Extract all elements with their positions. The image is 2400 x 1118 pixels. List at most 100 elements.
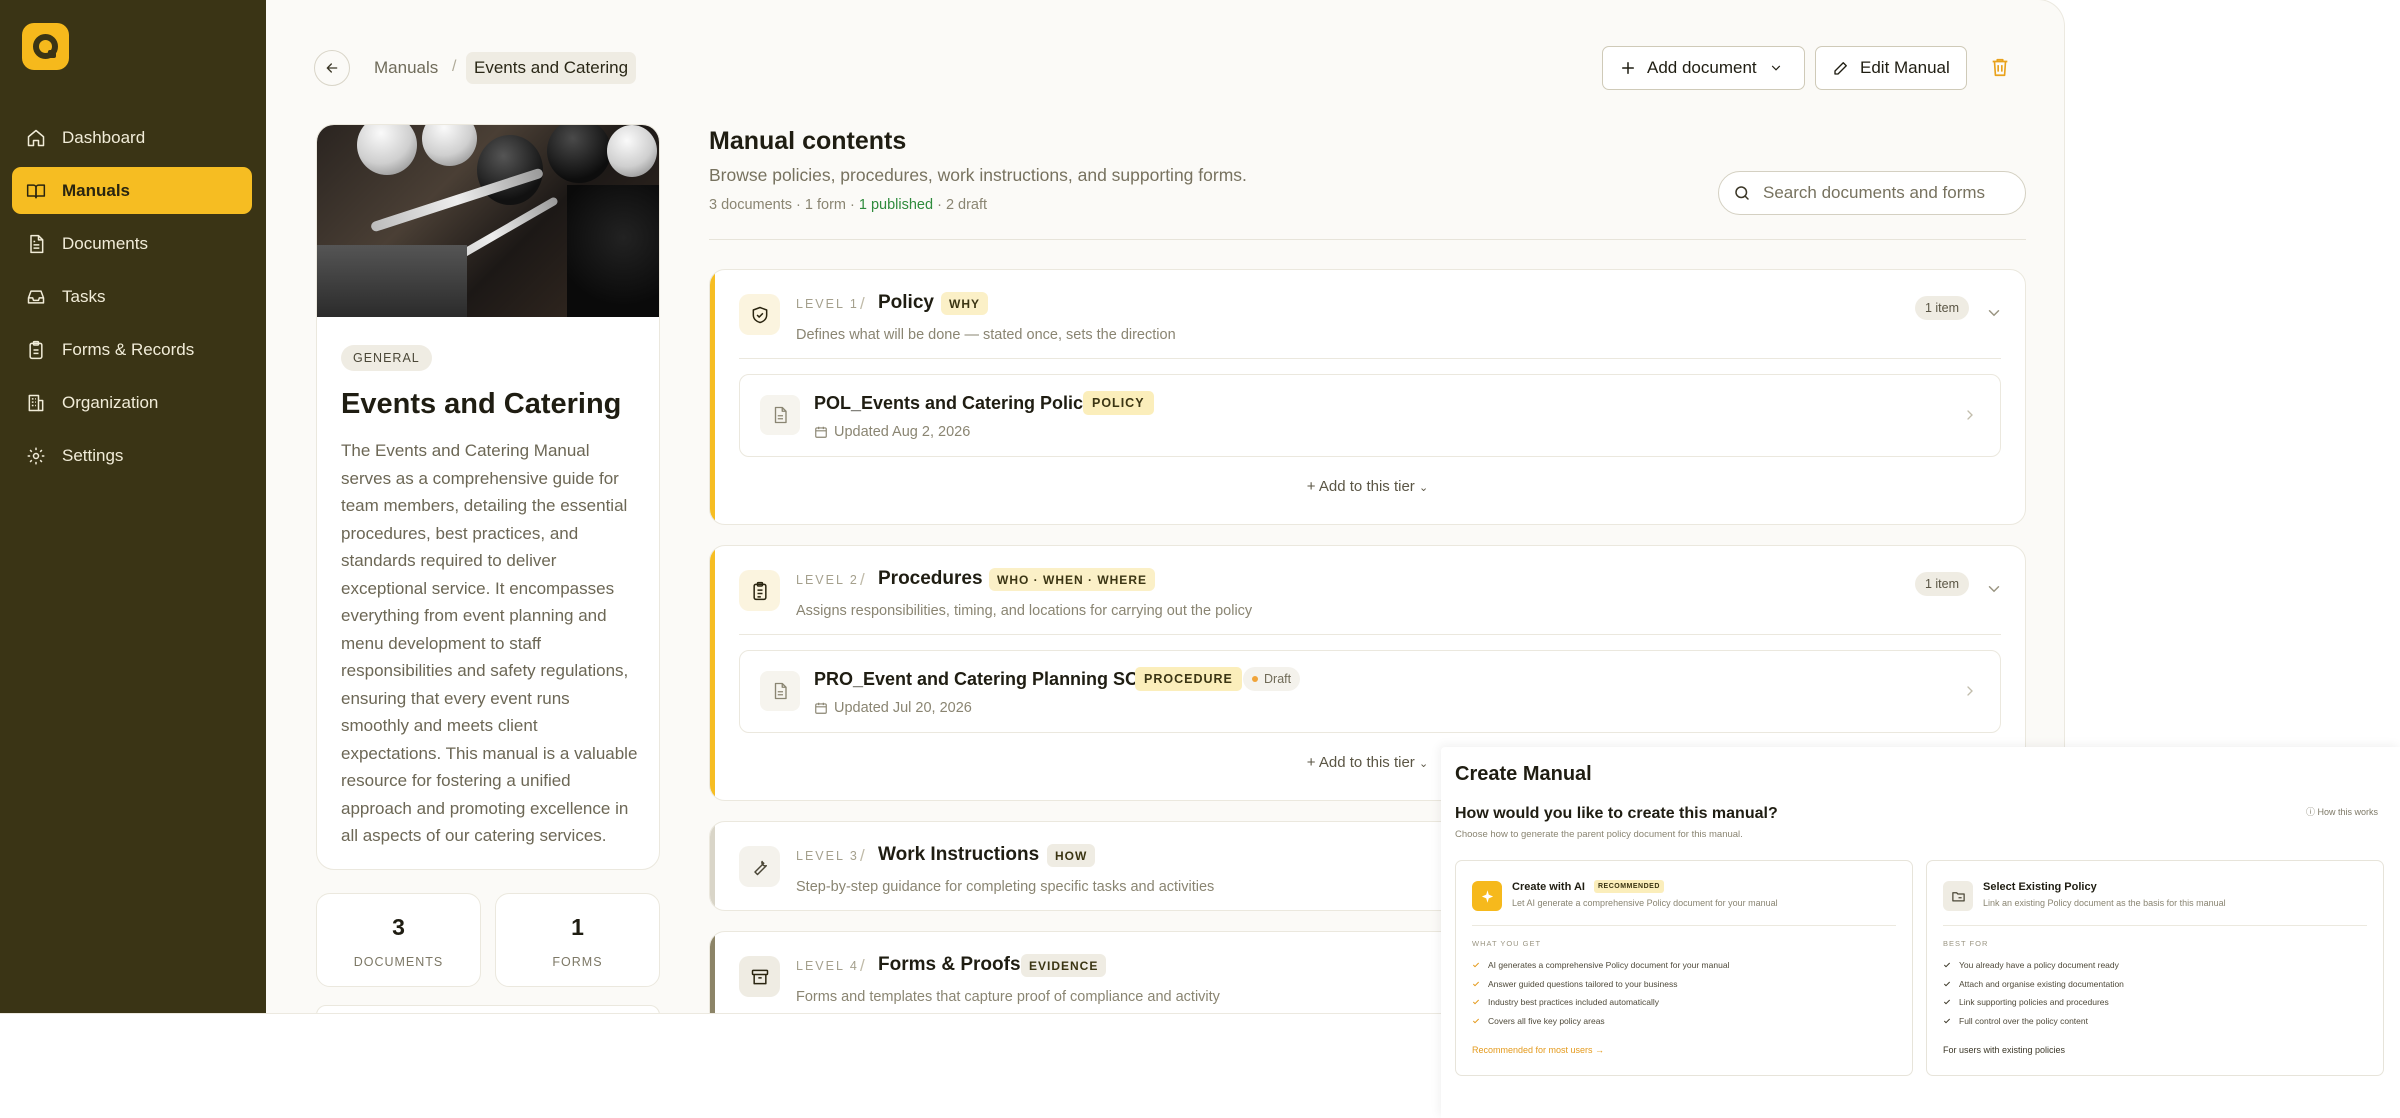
- search-icon: [1735, 186, 1749, 200]
- folder-link-icon: [1943, 881, 1973, 911]
- sidebar-item-label: Organization: [62, 392, 159, 412]
- calendar-icon: [815, 426, 827, 438]
- document-title[interactable]: PRO_Event and Catering Planning SOP: [814, 669, 1151, 690]
- stat-value: 3: [392, 914, 405, 940]
- sidebar-item-dashboard[interactable]: Dashboard: [12, 114, 252, 161]
- inbox-icon: [27, 289, 45, 304]
- tier-name: Work Instructions: [878, 844, 1040, 865]
- sidebar: Dashboard Manuals Documents Tasks Forms …: [0, 0, 266, 1013]
- document-row[interactable]: POL_Events and Catering Policy POLICY Up…: [739, 374, 2001, 457]
- add-to-tier-label: Add to this tier: [1318, 754, 1415, 771]
- document-title[interactable]: POL_Events and Catering Policy: [814, 393, 1093, 414]
- sidebar-item-label: Dashboard: [62, 127, 146, 147]
- list-item: Attach and organise existing documentati…: [1943, 975, 2124, 994]
- tier-divider: [739, 358, 2001, 359]
- tier-level: LEVEL 4: [796, 959, 859, 973]
- create-with-ai-option[interactable]: Create with AI RECOMMENDED Let AI genera…: [1455, 860, 1913, 1076]
- document-row[interactable]: PRO_Event and Catering Planning SOP PROC…: [739, 650, 2001, 733]
- sidebar-item-organization[interactable]: Organization: [12, 379, 252, 426]
- stat-label: FORMS: [552, 955, 603, 969]
- option-feature-list: You already have a policy document ready…: [1943, 956, 2124, 1030]
- status-dot: [1252, 676, 1258, 682]
- sidebar-item-label: Forms & Records: [62, 339, 195, 359]
- tier-level: LEVEL 3: [796, 849, 859, 863]
- stat-card-partial: [316, 1005, 660, 1013]
- gear-icon: [27, 447, 45, 464]
- feature-text: Industry best practices included automat…: [1488, 997, 1660, 1008]
- add-document-button[interactable]: Add document: [1602, 46, 1805, 90]
- check-icon: [1943, 999, 1951, 1005]
- edit-manual-button[interactable]: Edit Manual: [1815, 46, 1967, 90]
- stat-documents: 3 DOCUMENTS: [316, 893, 481, 987]
- sidebar-item-forms-records[interactable]: Forms & Records: [12, 326, 252, 373]
- sidebar-item-tasks[interactable]: Tasks: [12, 273, 252, 320]
- tier-slash: /: [860, 956, 865, 975]
- app-logo[interactable]: [22, 23, 69, 70]
- chevron-down-icon: ⌄: [1418, 482, 1429, 494]
- building-icon: [28, 394, 44, 411]
- manual-title: Events and Catering: [341, 388, 622, 420]
- option-feature-list: AI generates a comprehensive Policy docu…: [1472, 956, 1729, 1030]
- search-box[interactable]: [1718, 171, 2026, 215]
- stage: Dashboard Manuals Documents Tasks Forms …: [0, 0, 2400, 1118]
- archive-icon: [751, 969, 768, 984]
- chevron-down-icon[interactable]: [1985, 580, 2003, 598]
- tier-level: LEVEL 2: [796, 573, 859, 587]
- chevron-down-icon[interactable]: [1985, 304, 2003, 322]
- feature-text: Attach and organise existing documentati…: [1959, 978, 2124, 989]
- manual-cover-image: [317, 125, 659, 317]
- plus-icon: [1622, 62, 1634, 74]
- file-icon: [760, 671, 800, 711]
- home-icon: [27, 129, 45, 146]
- meta-published: 1 published: [858, 197, 934, 213]
- contents-title: Manual contents: [709, 127, 907, 155]
- select-existing-policy-option[interactable]: Select Existing Policy Link an existing …: [1926, 860, 2384, 1076]
- breadcrumb-manuals[interactable]: Manuals: [374, 58, 438, 78]
- option-description: Let AI generate a comprehensive Policy d…: [1512, 898, 1778, 908]
- check-icon: [1943, 981, 1951, 987]
- option-description: Link an existing Policy document as the …: [1983, 898, 2226, 908]
- how-this-works-label: How this works: [2317, 807, 2378, 817]
- option-title: Create with AI: [1512, 881, 1585, 893]
- plus-icon: +: [1306, 478, 1316, 495]
- contents-meta: 3 documents · 1 form · 1 published · 2 d…: [709, 197, 987, 213]
- tier-policy: LEVEL 1 / Policy WHY Defines what will b…: [709, 269, 2026, 525]
- document-type-tag: PROCEDURE: [1135, 667, 1242, 691]
- modal-question: How would you like to create this manual…: [1455, 805, 1778, 822]
- tier-icon: [739, 570, 780, 611]
- tier-tag: WHY: [941, 292, 988, 315]
- list-item: Link supporting policies and procedures: [1943, 993, 2124, 1012]
- document-icon: [30, 234, 44, 253]
- list-item: You already have a policy document ready: [1943, 956, 2124, 975]
- option-section-label: WHAT YOU GET: [1472, 939, 1542, 948]
- tier-description: Forms and templates that capture proof o…: [796, 989, 1220, 1005]
- breadcrumb-current: Events and Catering: [466, 52, 637, 84]
- back-button[interactable]: [314, 50, 350, 86]
- check-icon: [1943, 962, 1951, 968]
- updated-text: Updated Aug 2, 2026: [834, 424, 971, 440]
- arrow-left-icon: [326, 63, 338, 73]
- modal-title: Create Manual: [1455, 763, 1592, 785]
- add-to-tier-button[interactable]: + Add to this tier ⌄: [710, 478, 2025, 495]
- search-input[interactable]: [1763, 183, 2003, 203]
- meta-draft: · 2 draft: [933, 197, 988, 213]
- how-this-works-link[interactable]: ⓘ How this works: [2306, 805, 2378, 818]
- option-footer: Recommended for most users →: [1472, 1045, 1605, 1055]
- sidebar-item-manuals[interactable]: Manuals: [12, 167, 252, 214]
- calendar-icon: [815, 702, 827, 714]
- breadcrumb-separator: /: [452, 58, 457, 75]
- tier-divider: [739, 634, 2001, 635]
- clipboard-list-icon: [752, 581, 767, 600]
- sidebar-item-documents[interactable]: Documents: [12, 220, 252, 267]
- updated-text: Updated Jul 20, 2026: [834, 700, 972, 716]
- sidebar-item-settings[interactable]: Settings: [12, 432, 252, 479]
- add-document-label: Add document: [1647, 58, 1757, 77]
- trash-icon[interactable]: [1989, 56, 2011, 78]
- tier-tag: HOW: [1047, 844, 1096, 867]
- sidebar-item-label: Settings: [62, 445, 124, 465]
- tier-tag: EVIDENCE: [1021, 954, 1107, 977]
- chevron-right-icon: [1967, 686, 1973, 696]
- tier-slash: /: [860, 294, 865, 313]
- add-to-tier-label: Add to this tier: [1318, 478, 1415, 495]
- info-icon: ⓘ: [2305, 807, 2315, 817]
